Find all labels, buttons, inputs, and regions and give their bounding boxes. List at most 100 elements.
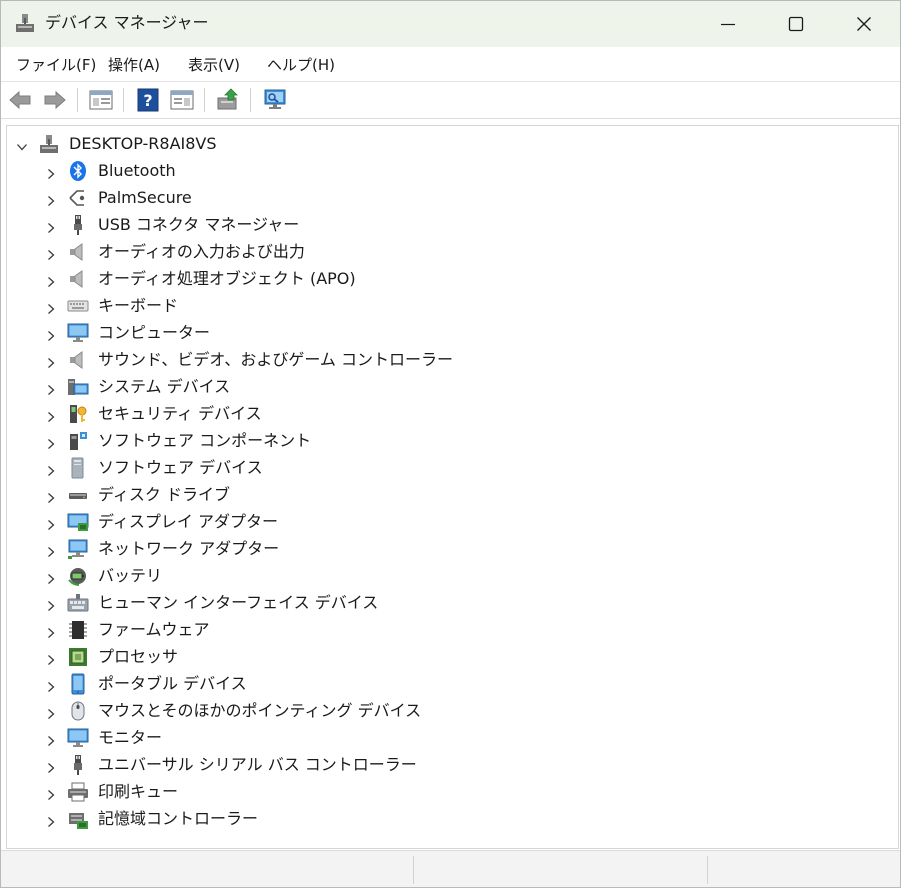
chevron-right-icon[interactable] <box>45 597 57 611</box>
tree-category-label: マウスとそのほかのポインティング デバイス <box>98 701 422 720</box>
tree-category-label: Bluetooth <box>98 161 176 180</box>
chevron-right-icon[interactable] <box>45 759 57 773</box>
properties-pane-icon[interactable] <box>169 88 195 112</box>
chevron-right-icon[interactable] <box>45 732 57 746</box>
tree-category-node[interactable]: セキュリティ デバイス <box>7 400 887 427</box>
network-adapter-icon <box>67 538 89 560</box>
chevron-right-icon[interactable] <box>45 813 57 827</box>
tree-category-label: ディスク ドライブ <box>98 485 230 504</box>
tree-root-node[interactable]: DESKTOP-R8AI8VS <box>7 130 887 157</box>
show-hide-console-tree-icon[interactable] <box>88 88 114 112</box>
device-tree[interactable]: DESKTOP-R8AI8VS Bluetooth PalmSecure USB コ… <box>6 125 899 849</box>
menu-action[interactable]: 操作(A) <box>108 56 160 74</box>
portable-device-icon <box>67 673 89 695</box>
chevron-right-icon[interactable] <box>45 489 57 503</box>
hid-icon <box>67 592 89 614</box>
tree-category-node[interactable]: システム デバイス <box>7 373 887 400</box>
keyboard-icon <box>67 295 89 317</box>
minimize-button[interactable] <box>694 1 762 47</box>
chevron-right-icon[interactable] <box>45 516 57 530</box>
tree-category-node[interactable]: ソフトウェア コンポーネント <box>7 427 887 454</box>
menu-bar: ファイル(F) 操作(A) 表示(V) ヘルプ(H) <box>1 47 900 82</box>
tree-category-node[interactable]: 記憶域コントローラー <box>7 805 887 832</box>
chevron-right-icon[interactable] <box>45 165 57 179</box>
close-button[interactable] <box>830 1 898 47</box>
tree-category-node[interactable]: プロセッサ <box>7 643 887 670</box>
display-adapter-icon <box>67 511 89 533</box>
tree-category-node[interactable]: ディスプレイ アダプター <box>7 508 887 535</box>
printer-icon <box>67 781 89 803</box>
tree-category-node[interactable]: キーボード <box>7 292 887 319</box>
menu-help[interactable]: ヘルプ(H) <box>267 56 335 74</box>
tree-category-node[interactable]: ユニバーサル シリアル バス コントローラー <box>7 751 887 778</box>
toolbar-separator <box>77 88 78 112</box>
processor-icon <box>67 646 89 668</box>
tree-category-node[interactable]: 印刷キュー <box>7 778 887 805</box>
tree-category-node[interactable]: ヒューマン インターフェイス デバイス <box>7 589 887 616</box>
chevron-right-icon[interactable] <box>45 705 57 719</box>
tree-category-label: システム デバイス <box>98 377 231 396</box>
speaker-icon <box>67 349 89 371</box>
chevron-right-icon[interactable] <box>45 462 57 476</box>
tree-category-label: ディスプレイ アダプター <box>98 512 278 531</box>
chevron-down-icon[interactable] <box>16 138 28 151</box>
tree-category-node[interactable]: PalmSecure <box>7 184 887 211</box>
tree-category-label: ヒューマン インターフェイス デバイス <box>98 593 379 612</box>
tree-category-node[interactable]: オーディオの入力および出力 <box>7 238 887 265</box>
help-icon[interactable]: ? <box>135 88 161 112</box>
system-devices-icon <box>67 376 89 398</box>
chevron-right-icon[interactable] <box>45 219 57 233</box>
tree-category-node[interactable]: オーディオ処理オブジェクト (APO) <box>7 265 887 292</box>
tree-category-label: ソフトウェア デバイス <box>98 458 263 477</box>
tree-category-node[interactable]: ソフトウェア デバイス <box>7 454 887 481</box>
toolbar-separator <box>123 88 124 112</box>
tree-category-label: セキュリティ デバイス <box>98 404 262 423</box>
tree-category-node[interactable]: サウンド、ビデオ、およびゲーム コントローラー <box>7 346 887 373</box>
tree-category-node[interactable]: USB コネクタ マネージャー <box>7 211 887 238</box>
tree-category-node[interactable]: コンピューター <box>7 319 887 346</box>
chevron-right-icon[interactable] <box>45 246 57 260</box>
tree-category-node[interactable]: ポータブル デバイス <box>7 670 887 697</box>
chevron-right-icon[interactable] <box>45 678 57 692</box>
tree-category-node[interactable]: ディスク ドライブ <box>7 481 887 508</box>
device-manager-window: デバイス マネージャー ファイル(F) 操作(A) 表示(V) ヘルプ(H) ?… <box>0 0 901 888</box>
chevron-right-icon[interactable] <box>45 651 57 665</box>
tree-category-label: サウンド、ビデオ、およびゲーム コントローラー <box>98 350 454 369</box>
chevron-right-icon[interactable] <box>45 300 57 314</box>
chevron-right-icon[interactable] <box>45 624 57 638</box>
chevron-right-icon[interactable] <box>45 408 57 422</box>
tree-category-node[interactable]: ネットワーク アダプター <box>7 535 887 562</box>
update-driver-icon[interactable] <box>215 88 241 112</box>
chevron-right-icon[interactable] <box>45 354 57 368</box>
chevron-right-icon[interactable] <box>45 786 57 800</box>
maximize-button[interactable] <box>762 1 830 47</box>
tree-category-node[interactable]: ファームウェア <box>7 616 887 643</box>
chevron-right-icon[interactable] <box>45 543 57 557</box>
speaker-icon <box>67 268 89 290</box>
chevron-right-icon[interactable] <box>45 273 57 287</box>
tree-category-node[interactable]: モニター <box>7 724 887 751</box>
chevron-right-icon[interactable] <box>45 192 57 206</box>
title-bar[interactable]: デバイス マネージャー <box>1 1 900 47</box>
tree-category-label: プロセッサ <box>98 647 179 666</box>
menu-view[interactable]: 表示(V) <box>188 56 240 74</box>
tree-root-label: DESKTOP-R8AI8VS <box>69 134 217 153</box>
tree-category-label: 記憶域コントローラー <box>98 809 259 828</box>
tree-category-node[interactable]: マウスとそのほかのポインティング デバイス <box>7 697 887 724</box>
scan-hardware-changes-icon[interactable] <box>262 88 288 112</box>
back-icon[interactable] <box>7 88 33 112</box>
chevron-right-icon[interactable] <box>45 570 57 584</box>
chevron-right-icon[interactable] <box>45 435 57 449</box>
disk-drive-icon <box>67 484 89 506</box>
device-manager-icon <box>15 12 35 34</box>
chevron-right-icon[interactable] <box>45 381 57 395</box>
close-icon <box>857 17 871 31</box>
tree-category-node[interactable]: Bluetooth <box>7 157 887 184</box>
menu-file[interactable]: ファイル(F) <box>16 56 96 74</box>
tree-category-node[interactable]: バッテリ <box>7 562 887 589</box>
chevron-right-icon[interactable] <box>45 327 57 341</box>
tree-category-label: ポータブル デバイス <box>98 674 247 693</box>
tree-category-label: オーディオの入力および出力 <box>98 242 305 261</box>
forward-icon[interactable] <box>42 88 68 112</box>
computer-network-icon <box>38 133 60 155</box>
